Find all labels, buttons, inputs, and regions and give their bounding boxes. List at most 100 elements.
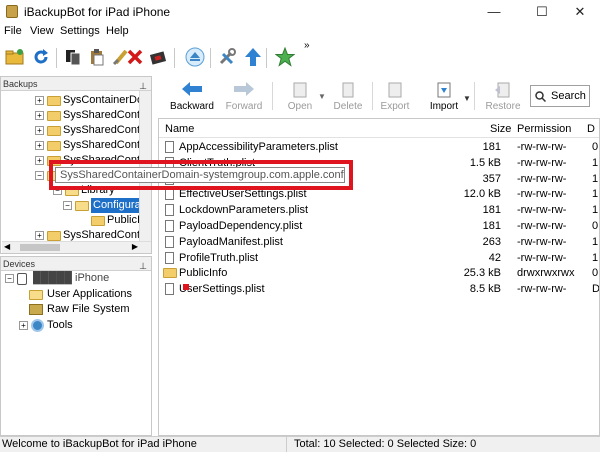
file-name: LockdownParameters.plist xyxy=(179,204,309,217)
export-icon xyxy=(388,82,402,98)
collapse-icon[interactable]: − xyxy=(35,171,44,180)
file-icon xyxy=(165,283,174,296)
file-name: PayloadManifest.plist xyxy=(179,235,283,248)
column-size[interactable]: Size xyxy=(490,123,511,135)
window-title: iBackupBot for iPad iPhone xyxy=(24,5,171,19)
paste-icon[interactable] xyxy=(86,46,108,68)
upload-arrow-icon[interactable] xyxy=(242,46,264,68)
table-row[interactable]: PayloadDependency.plist 181 -rw-rw-rw- 0 xyxy=(159,218,599,234)
table-row[interactable]: PublicInfo 25.3 kB drwxrwxrwx 0 xyxy=(159,265,599,281)
star-icon[interactable] xyxy=(274,46,296,68)
collapse-icon[interactable]: − xyxy=(63,201,72,210)
file-d: D xyxy=(592,283,600,296)
delete-button[interactable]: Delete xyxy=(328,78,368,114)
file-name: AppAccessibilityParameters.plist xyxy=(179,141,338,153)
table-row[interactable]: UserSettings.plist 8.5 kB -rw-rw-rw- D xyxy=(159,281,600,297)
file-d: 1 xyxy=(592,204,599,217)
restore-icon xyxy=(495,82,510,98)
eject-icon[interactable] xyxy=(184,46,206,68)
file-permission: -rw-rw-rw- xyxy=(517,251,567,264)
open-file-icon xyxy=(293,82,307,98)
column-name[interactable]: Name xyxy=(165,123,194,135)
file-size: 263 xyxy=(482,235,501,248)
expand-icon[interactable]: + xyxy=(35,141,44,150)
delete-icon[interactable] xyxy=(124,46,146,68)
cursor-marker xyxy=(183,284,189,290)
folder-icon xyxy=(47,96,61,106)
export-button[interactable]: Export xyxy=(374,78,416,114)
file-size: 181 xyxy=(482,204,501,217)
file-icon xyxy=(165,235,174,248)
toolbar-overflow-icon[interactable]: » xyxy=(304,40,310,51)
file-icon xyxy=(165,204,174,217)
expand-icon[interactable]: + xyxy=(35,156,44,165)
refresh-icon[interactable] xyxy=(30,46,52,68)
open-dropdown-icon[interactable]: ▼ xyxy=(318,92,326,101)
column-permission[interactable]: Permission xyxy=(517,123,571,135)
expand-icon[interactable]: + xyxy=(19,321,28,330)
file-name: ProfileTruth.plist xyxy=(179,251,259,264)
column-d[interactable]: D xyxy=(587,123,595,135)
file-size: 357 xyxy=(482,172,501,185)
table-row[interactable]: AppAccessibilityParameters.plist 181 -rw-r… xyxy=(159,139,599,155)
search-button[interactable]: Search xyxy=(530,85,590,107)
import-dropdown-icon[interactable]: ▼ xyxy=(463,94,471,103)
file-d: 1 xyxy=(592,188,599,201)
file-permission: -rw-rw-rw- xyxy=(517,141,567,153)
backups-header: Backups ⊥ xyxy=(1,77,151,91)
collapse-icon[interactable]: − xyxy=(5,274,14,283)
table-row[interactable]: PayloadManifest.plist 263 -rw-rw-rw- 1 xyxy=(159,234,599,250)
status-message: Welcome to iBackupBot for iPad iPhone xyxy=(2,438,197,450)
file-size: 8.5 kB xyxy=(469,283,501,296)
minimize-button[interactable]: — xyxy=(474,2,514,22)
pin-icon[interactable]: ⊥ xyxy=(139,259,147,273)
expand-icon[interactable]: + xyxy=(35,126,44,135)
open-folder-icon[interactable] xyxy=(4,46,26,68)
file-d: 1 xyxy=(592,156,599,169)
restore-button[interactable]: Restore xyxy=(480,78,526,114)
file-permission: -rw-rw-rw- xyxy=(517,220,567,232)
maximize-button[interactable]: ☐ xyxy=(522,2,562,22)
tools-icon[interactable] xyxy=(216,46,238,68)
menu-settings[interactable]: Settings xyxy=(60,25,100,37)
search-icon xyxy=(535,91,546,102)
file-d: 0 xyxy=(592,141,599,153)
hardware-icon[interactable] xyxy=(148,46,170,68)
status-totals: Total: 10 Selected: 0 Selected Size: 0 xyxy=(294,438,477,450)
file-icon xyxy=(165,141,174,153)
file-size: 181 xyxy=(482,220,501,232)
file-size: 42 xyxy=(488,251,501,264)
folder-icon xyxy=(91,216,105,226)
scroll-left-icon[interactable]: ◀ xyxy=(4,242,10,251)
close-button[interactable]: ✕ xyxy=(560,2,600,22)
file-permission: -rw-rw-rw- xyxy=(517,204,567,217)
folder-icon xyxy=(47,126,61,136)
import-button[interactable]: Import xyxy=(422,78,466,114)
menu-help[interactable]: Help xyxy=(106,25,129,37)
expand-icon[interactable]: + xyxy=(35,231,44,240)
scroll-thumb[interactable] xyxy=(20,244,60,251)
expand-icon[interactable]: + xyxy=(35,96,44,105)
menu-view[interactable]: View xyxy=(30,25,54,37)
app-icon xyxy=(6,5,18,18)
copy-icon[interactable] xyxy=(62,46,84,68)
backups-horizontal-scrollbar[interactable]: ◀ ▶ xyxy=(2,241,151,253)
device-name: █████ iPhone xyxy=(33,272,110,284)
file-name: PayloadDependency.plist xyxy=(179,220,303,232)
file-icon xyxy=(165,188,174,201)
forward-button[interactable]: Forward xyxy=(222,78,266,114)
menu-file[interactable]: File xyxy=(4,25,22,37)
backward-button[interactable]: Backward xyxy=(168,78,216,114)
table-row[interactable]: ProfileTruth.plist 42 -rw-rw-rw- 1 xyxy=(159,250,599,266)
phone-icon xyxy=(17,273,27,285)
folder-icon xyxy=(47,111,61,121)
open-button[interactable]: Open xyxy=(282,78,318,114)
file-permission: -rw-rw-rw- xyxy=(517,283,567,296)
expand-icon[interactable]: + xyxy=(35,111,44,120)
file-permission: -rw-rw-rw- xyxy=(517,156,567,169)
scroll-right-icon[interactable]: ▶ xyxy=(132,242,138,251)
table-row[interactable]: LockdownParameters.plist 181 -rw-rw-rw- 1 xyxy=(159,202,599,218)
highlight-annotation xyxy=(49,160,353,190)
file-d: 1 xyxy=(592,172,599,185)
main-toolbar: » xyxy=(0,40,320,76)
